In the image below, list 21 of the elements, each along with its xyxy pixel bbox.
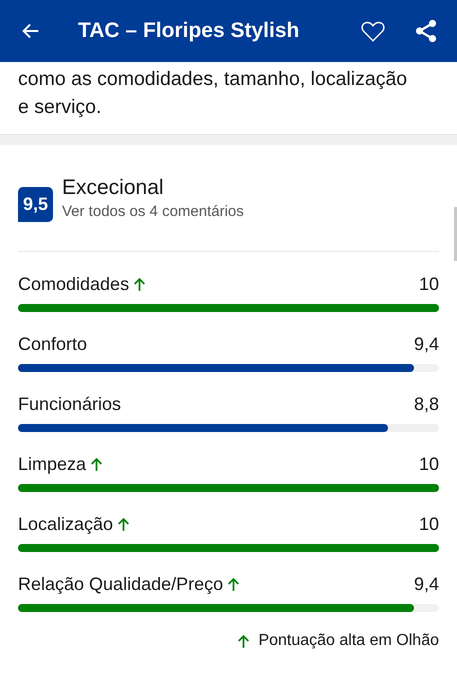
category-score: 10 xyxy=(418,514,439,534)
scrollbar xyxy=(454,207,457,261)
reviews-link[interactable]: Ver todos os 4 comentários xyxy=(62,203,244,220)
category-name: Localização xyxy=(18,514,114,534)
category-score: 9,4 xyxy=(414,574,439,594)
category-score: 10 xyxy=(418,454,439,474)
page-title: TAC – Floripes Stylish xyxy=(78,19,300,43)
category-name: Conforto xyxy=(18,334,88,354)
category-score: 8,8 xyxy=(414,394,439,414)
legend-text: Pontuação alta em Olhão xyxy=(258,632,439,650)
category-score: 10 xyxy=(418,274,439,294)
rating-label: Excecional xyxy=(62,175,165,201)
category-name: Limpeza xyxy=(18,454,86,474)
share-icon[interactable] xyxy=(413,18,439,44)
category-score: 9,4 xyxy=(414,334,439,354)
category-name: Funcionários xyxy=(18,394,122,414)
category-name: Comodidades xyxy=(18,274,130,294)
category-name: Relação Qualidade/Preço xyxy=(18,574,224,594)
arrow-up-icon xyxy=(237,634,250,648)
description-text: como as comodidades, tamanho, localização e serviço. xyxy=(17,67,408,120)
score-badge: 9,5 xyxy=(18,187,53,222)
